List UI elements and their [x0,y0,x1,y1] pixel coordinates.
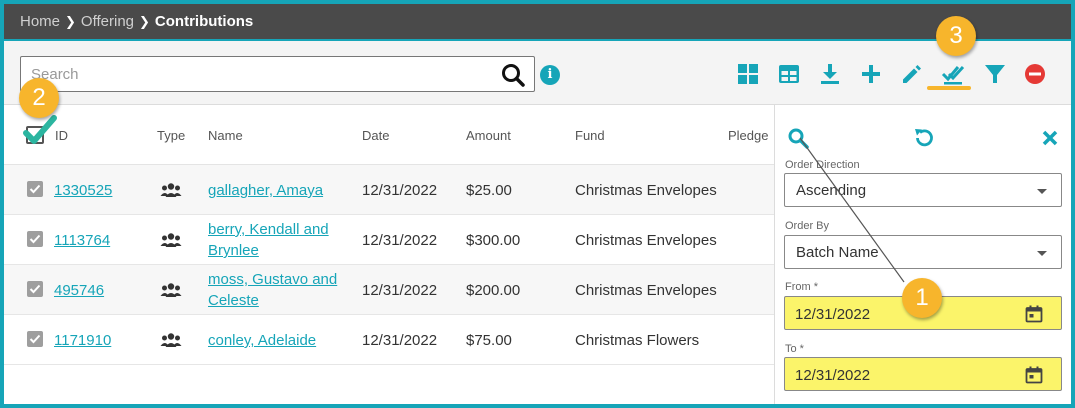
search-icon[interactable] [500,62,526,88]
family-icon [160,333,182,347]
family-icon [160,233,182,247]
family-icon [160,183,182,197]
column-header-name[interactable]: Name [208,128,243,143]
row-amount: $75.00 [466,332,512,349]
column-header-amount[interactable]: Amount [466,128,511,143]
order-by-value: Batch Name [796,244,879,261]
table-view-icon[interactable] [777,62,801,86]
grid-view-icon[interactable] [736,62,760,86]
row-date: 12/31/2022 [362,282,438,299]
row-name-link[interactable]: conley, Adelaide [208,330,316,351]
to-date-input[interactable]: 12/31/2022 [784,357,1062,391]
table-row[interactable]: 1330525 gallagher, Amaya 12/31/2022 $25.… [4,165,774,215]
row-name-link-line2[interactable]: Celeste [208,290,259,311]
search-input[interactable] [31,63,491,85]
contributions-grid: ID Type Name Date Amount Fund Pledge 133… [4,105,774,404]
breadcrumb-offering[interactable]: Offering [81,13,134,30]
column-header-type[interactable]: Type [157,128,185,143]
row-name-link[interactable]: moss, Gustavo and [208,269,337,290]
row-fund: Christmas Envelopes [575,232,717,249]
chevron-right-icon: ❯ [139,13,150,29]
caret-down-icon [1037,251,1047,256]
row-amount: $300.00 [466,232,521,249]
order-by-select[interactable]: Batch Name [784,235,1062,269]
table-row[interactable]: 495746 moss, Gustavo and Celeste 12/31/2… [4,265,774,315]
row-amount: $25.00 [466,182,512,199]
multi-select-icon[interactable] [941,62,965,86]
row-fund: Christmas Envelopes [575,282,717,299]
active-tool-underline [927,86,971,90]
row-checkbox[interactable] [27,181,43,197]
order-by-label: Order By [785,220,830,232]
toolbar: i [4,39,1071,105]
order-direction-label: Order Direction [785,159,860,171]
calendar-icon[interactable] [1025,305,1043,323]
check-icon [29,234,41,244]
add-icon[interactable] [859,62,883,86]
order-filter-panel: Order Direction Ascending Order By Batch… [774,105,1071,404]
row-id-link[interactable]: 1171910 [54,330,111,351]
search-box [20,56,535,92]
row-id-link[interactable]: 495746 [54,280,104,301]
breadcrumb-home[interactable]: Home [20,13,60,30]
edit-icon[interactable] [900,62,924,86]
to-date-value: 12/31/2022 [795,367,871,384]
row-date: 12/31/2022 [362,332,438,349]
column-header-pledge[interactable]: Pledge [728,128,768,143]
grid-header: ID Type Name Date Amount Fund Pledge [4,105,774,165]
family-icon [160,283,182,297]
column-header-fund[interactable]: Fund [575,128,605,143]
row-date: 12/31/2022 [362,232,438,249]
row-fund: Christmas Flowers [575,332,700,349]
calendar-icon[interactable] [1025,366,1043,384]
row-name-link-line2[interactable]: Brynlee [208,240,259,261]
column-header-id[interactable]: ID [55,128,68,143]
row-checkbox[interactable] [27,281,43,297]
caret-down-icon [1037,189,1047,194]
column-header-date[interactable]: Date [362,128,389,143]
filter-icon[interactable] [983,62,1007,86]
check-icon [29,184,41,194]
row-id-link[interactable]: 1113764 [54,230,110,251]
row-name-link[interactable]: gallagher, Amaya [208,180,323,201]
close-icon[interactable] [1041,129,1059,147]
order-direction-select[interactable]: Ascending [784,173,1062,207]
table-row[interactable]: 1171910 conley, Adelaide 12/31/2022 $75.… [4,315,774,365]
row-name-link[interactable]: berry, Kendall and [208,219,329,240]
callout-badge-3: 3 [936,16,976,56]
download-icon[interactable] [818,62,842,86]
breadcrumb-current: Contributions [154,13,254,30]
search-icon[interactable] [787,127,809,149]
checkmark-icon [23,115,57,144]
callout-badge-2: 2 [19,78,59,118]
from-label: From * [785,281,818,293]
check-icon [29,334,41,344]
breadcrumb: Home ❯ Offering ❯ Contributions [4,4,1071,39]
row-date: 12/31/2022 [362,182,438,199]
remove-icon[interactable] [1023,62,1047,86]
callout-badge-1: 1 [902,278,942,318]
row-id-link[interactable]: 1330525 [54,180,112,201]
row-fund: Christmas Envelopes [575,182,717,199]
order-direction-value: Ascending [796,182,867,199]
to-label: To * [785,343,804,355]
check-icon [29,284,41,294]
reset-icon[interactable] [912,126,936,150]
row-checkbox[interactable] [27,331,43,347]
chevron-right-icon: ❯ [65,13,76,29]
from-date-value: 12/31/2022 [795,306,871,323]
row-checkbox[interactable] [27,231,43,247]
info-icon[interactable]: i [540,65,560,85]
screenshot-frame: Home ❯ Offering ❯ Contributions i [0,0,1075,408]
table-row[interactable]: 1113764 berry, Kendall and Brynlee 12/31… [4,215,774,265]
row-amount: $200.00 [466,282,521,299]
